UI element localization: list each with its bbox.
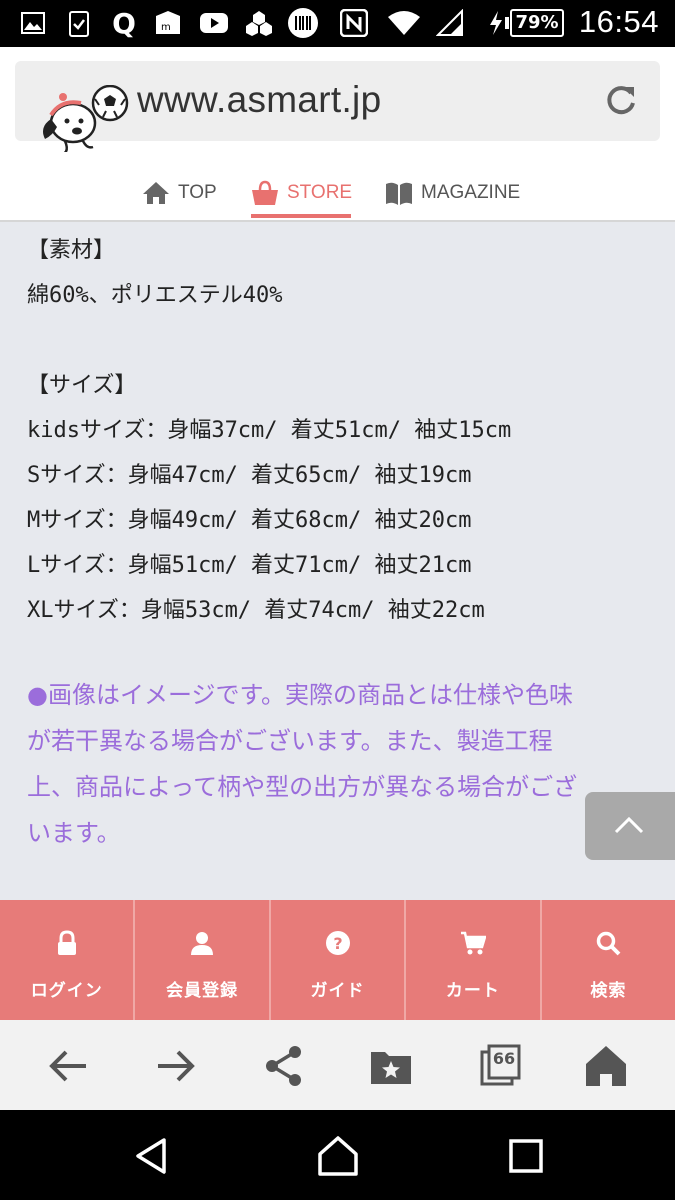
clock: 16:54 (578, 4, 659, 39)
browser-toolbar: 66 (0, 1020, 675, 1110)
footer-search[interactable]: 検索 (542, 900, 675, 1020)
reload-icon[interactable] (604, 83, 638, 117)
cart-icon (460, 931, 486, 955)
footer-register[interactable]: 会員登録 (135, 900, 271, 1020)
footer-cart-label: カート (445, 981, 500, 1001)
footer-guide-label: ガイド (310, 981, 365, 1001)
active-tab-indicator (251, 214, 351, 218)
shopping-bag-icon (252, 180, 278, 205)
nav-store[interactable]: STORE (251, 178, 352, 208)
user-icon (191, 932, 214, 955)
browser-header: www.asmart.jp (0, 47, 675, 157)
forward-arrow-icon[interactable] (154, 1044, 198, 1088)
home-icon (143, 182, 169, 204)
mail-app-icon: m (152, 8, 184, 38)
q-app-icon: Q (112, 6, 136, 40)
size-row: Mサイズ：身幅49cm/ 着丈68cm/ 袖丈20cm (27, 508, 472, 533)
charging-icon (487, 8, 505, 38)
android-nav-bar (0, 1110, 675, 1200)
gallery-icon (20, 8, 46, 38)
chevron-up-icon (614, 816, 644, 834)
notice-line: が若干異なる場合がございます。また、製造工程 (27, 727, 553, 755)
size-heading: 【サイズ】 (27, 373, 137, 398)
size-row: kidsサイズ：身幅37cm/ 着丈51cm/ 袖丈15cm (27, 418, 512, 443)
nav-store-label: STORE (287, 182, 353, 203)
lock-icon (57, 930, 76, 955)
status-bar: Q m 79% 16:54 (0, 0, 675, 47)
bookmarks-icon[interactable] (369, 1044, 413, 1088)
material-text: 綿60%、ポリエステル40% (27, 283, 283, 308)
clipboard-check-icon (68, 8, 90, 38)
youtube-icon (198, 8, 230, 38)
footer-login[interactable]: ログイン (0, 900, 136, 1020)
site-nav: TOP STORE MAGAZINE (0, 152, 675, 222)
mascot-logo (43, 85, 129, 157)
size-row: XLサイズ：身幅53cm/ 着丈74cm/ 袖丈22cm (27, 598, 485, 623)
product-details: 【素材】 綿60%、ポリエステル40% 【サイズ】 kidsサイズ：身幅37cm… (0, 222, 675, 900)
nav-top-label: TOP (178, 182, 217, 203)
svg-text:?: ? (333, 934, 342, 953)
notice-line: ●画像はイメージです。実際の商品とは仕様や色味 (27, 681, 574, 709)
nav-magazine-label: MAGAZINE (421, 182, 521, 203)
size-row: Lサイズ：身幅51cm/ 着丈71cm/ 袖丈21cm (27, 553, 472, 578)
home-icon[interactable] (584, 1044, 628, 1088)
scroll-top-button[interactable] (585, 792, 675, 860)
barcode-icon (286, 8, 320, 38)
home-circle-icon[interactable] (316, 1134, 360, 1178)
help-icon: ? (325, 931, 350, 955)
tabs-icon[interactable]: 66 (480, 1044, 524, 1088)
nav-magazine[interactable]: MAGAZINE (385, 178, 520, 208)
nfc-icon (338, 8, 370, 38)
url-text[interactable]: www.asmart.jp (137, 79, 381, 121)
material-heading: 【素材】 (27, 238, 116, 263)
battery-indicator: 79% (505, 9, 564, 37)
footer-guide[interactable]: ? ガイド (271, 900, 407, 1020)
footer-login-label: ログイン (30, 981, 103, 1001)
notice-text: ●画像はイメージです。実際の商品とは仕様や色味 が若干異なる場合がございます。ま… (27, 672, 647, 856)
wifi-icon (386, 8, 422, 38)
footer-nav: ログイン 会員登録 ? ガイド カート 検索 (0, 900, 675, 1020)
book-icon (386, 182, 412, 205)
recents-square-icon[interactable] (504, 1134, 548, 1178)
share-icon[interactable] (262, 1044, 306, 1088)
cluster-icon (243, 8, 275, 38)
footer-register-label: 会員登録 (166, 981, 239, 1001)
notice-line: 上、商品によって柄や型の出方が異なる場合がござ (27, 773, 578, 801)
back-arrow-icon[interactable] (46, 1044, 90, 1088)
notice-line: います。 (27, 819, 121, 847)
size-row: Sサイズ：身幅47cm/ 着丈65cm/ 袖丈19cm (27, 463, 472, 488)
url-bar[interactable]: www.asmart.jp (15, 61, 660, 157)
nav-top[interactable]: TOP (142, 178, 217, 208)
footer-search-label: 検索 (590, 981, 627, 1001)
tab-count: 66 (492, 1049, 516, 1068)
svg-text:m: m (161, 22, 171, 33)
footer-cart[interactable]: カート (406, 900, 542, 1020)
signal-icon (435, 8, 465, 38)
back-triangle-icon[interactable] (130, 1134, 174, 1178)
search-icon (597, 931, 621, 956)
